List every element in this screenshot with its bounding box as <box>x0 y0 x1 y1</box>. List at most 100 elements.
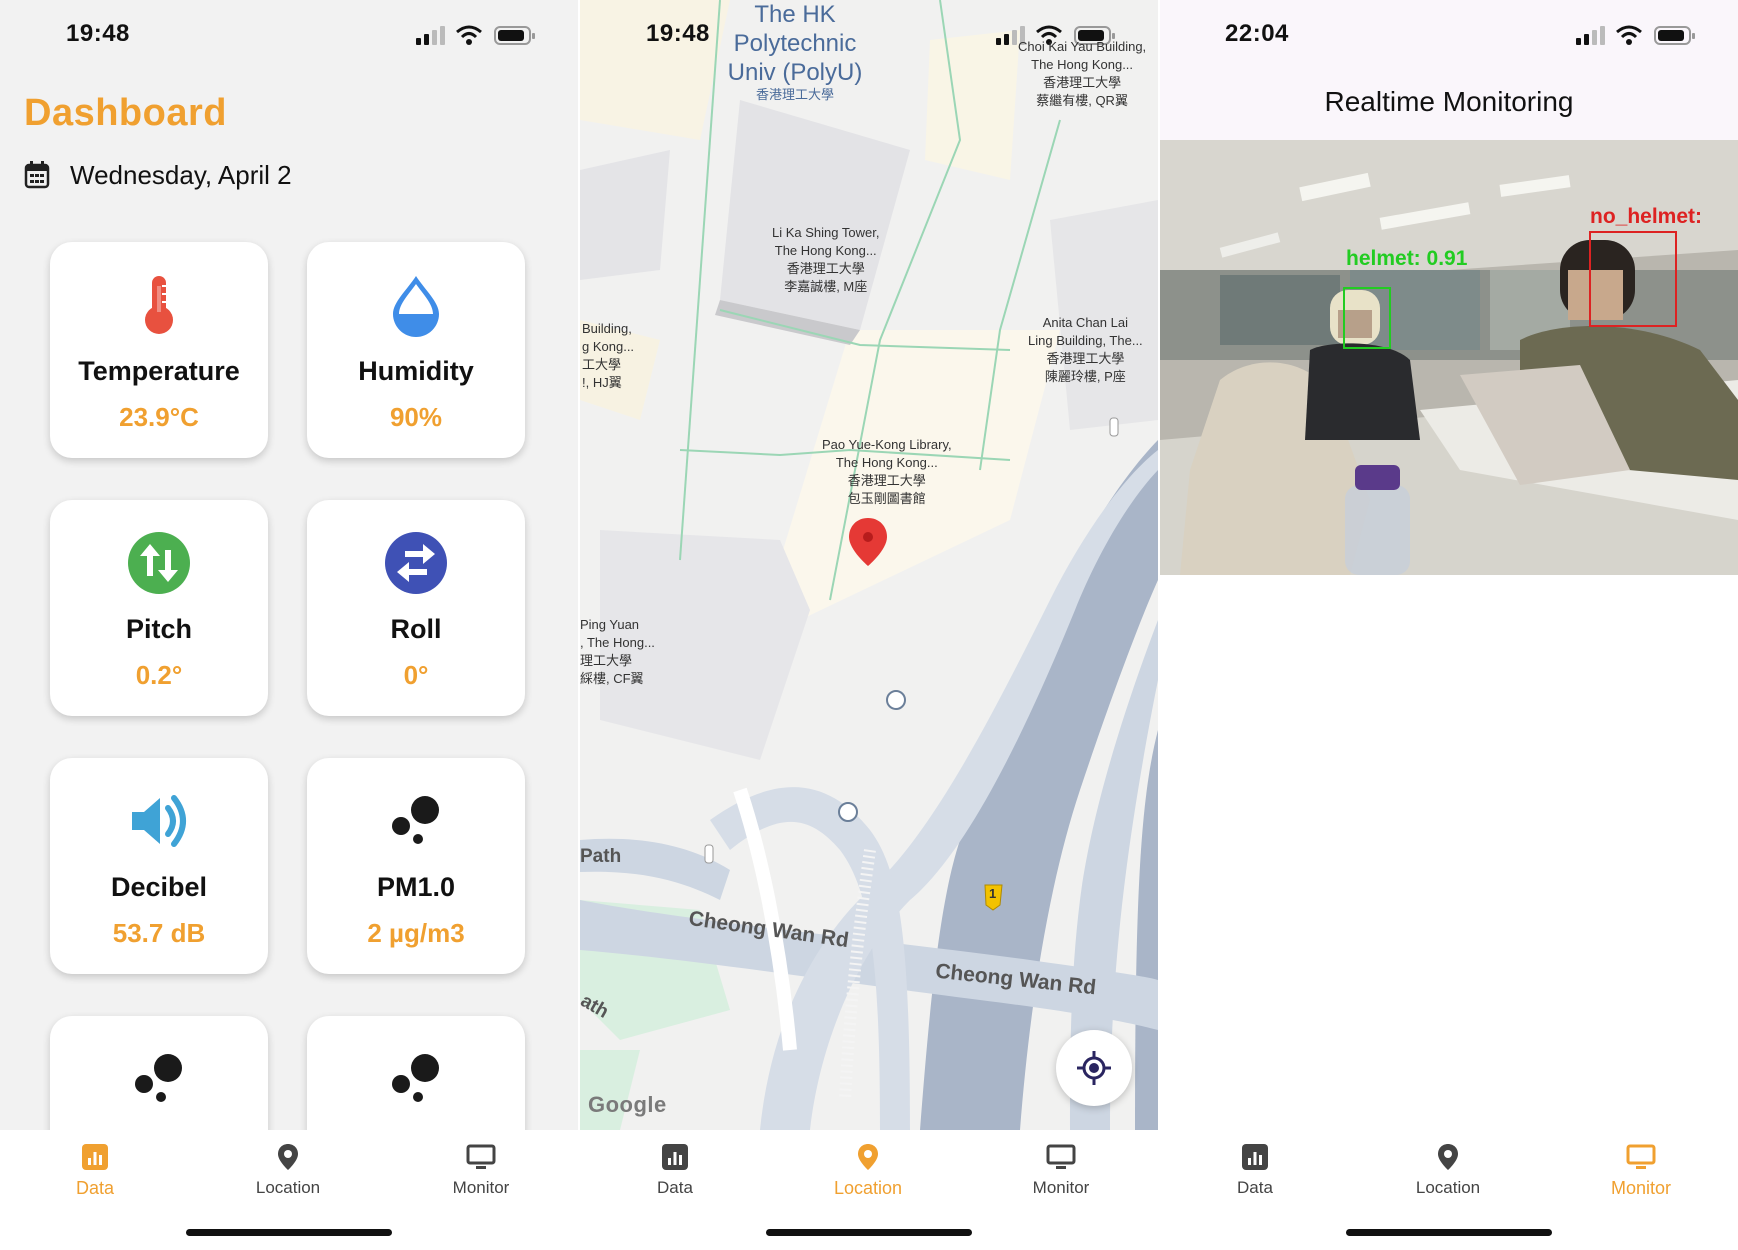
wifi-icon <box>1616 25 1642 45</box>
card-value: 2 µg/m3 <box>367 918 465 948</box>
poi-line: 香港理工大學 <box>1046 351 1125 366</box>
nav-monitor[interactable]: Monitor <box>1571 1142 1711 1199</box>
poi-line: Choi Kai Yau Building, <box>1018 39 1147 54</box>
monitor-icon <box>466 1144 496 1169</box>
nav-label: Location <box>255 1178 321 1197</box>
poi-line: 陳麗玲樓, P座 <box>1044 369 1126 384</box>
poi-line: 蔡繼有樓, QR翼 <box>1036 93 1128 108</box>
nav-data[interactable]: Data <box>1185 1142 1325 1198</box>
poi-line: Ping Yuan <box>580 617 640 632</box>
nav-data[interactable]: Data <box>605 1142 745 1198</box>
monitor-icon <box>1626 1144 1656 1169</box>
system-icons <box>1574 24 1695 46</box>
nav-data[interactable]: Data <box>25 1142 165 1199</box>
map-title: The HK Polytechnic Univ (PolyU) <box>727 1 863 86</box>
status-time: 19:48 <box>646 20 710 47</box>
bar-chart-icon <box>662 1144 688 1170</box>
nav-location[interactable]: Location <box>218 1142 358 1198</box>
card-label: Humidity <box>358 356 474 386</box>
status-time: 22:04 <box>1225 20 1289 47</box>
system-icons <box>414 24 535 46</box>
route-badge: 1 <box>989 886 997 901</box>
calendar-icon <box>24 161 50 189</box>
water-drop-icon <box>393 276 439 337</box>
card-value: 53.7 dB <box>112 918 206 948</box>
humidity-card[interactable]: Humidity 90% <box>307 242 525 458</box>
decibel-card[interactable]: Decibel 53.7 dB <box>50 758 268 974</box>
nav-location[interactable]: Location <box>798 1142 938 1199</box>
poi-line: Li Ka Shing Tower, <box>772 225 880 240</box>
wifi-icon <box>456 25 482 45</box>
nav-label: Monitor <box>1610 1178 1672 1198</box>
poi-choi-kai-yau[interactable]: Choi Kai Yau Building, The Hong Kong... … <box>1018 38 1146 110</box>
poi-line: Ling Building, The... <box>1028 333 1143 348</box>
poi-line: 綵樓, CF翼 <box>580 671 644 686</box>
status-time: 19:48 <box>66 20 130 47</box>
location-pin-icon <box>278 1144 298 1170</box>
page-title: Realtime Monitoring <box>1324 86 1574 117</box>
temperature-card[interactable]: Temperature 23.9°C <box>50 242 268 458</box>
bubbles-icon <box>135 1054 182 1102</box>
poi-line: The Hong Kong... <box>835 455 938 470</box>
poi-hj-building[interactable]: Building, g Kong... 工大學 !, HJ翼 <box>582 320 634 392</box>
poi-line: 包玉剛圖書館 <box>847 491 926 506</box>
card-value: 90% <box>389 402 443 432</box>
poi-li-ka-shing[interactable]: Li Ka Shing Tower, The Hong Kong... 香港理工… <box>772 224 879 296</box>
map-title-label: The HK Polytechnic Univ (PolyU) 香港理工大學 <box>720 0 870 103</box>
poi-anita-chan[interactable]: Anita Chan Lai Ling Building, The... 香港理… <box>1028 314 1143 386</box>
nav-monitor[interactable]: Monitor <box>411 1142 551 1198</box>
bottom-nav: Data Location Monitor <box>580 1130 1158 1250</box>
status-bar: 19:48 <box>0 0 578 70</box>
swap-horizontal-icon <box>385 532 447 594</box>
detection-label-helmet: helmet: 0.91 <box>1346 247 1468 270</box>
location-pin-icon <box>1438 1144 1458 1170</box>
poi-line: 李嘉誠樓, M座 <box>784 279 868 294</box>
bottom-nav: Data Location Monitor <box>1160 1130 1738 1250</box>
poi-ping-yuan[interactable]: Ping Yuan , The Hong... 理工大學 綵樓, CF翼 <box>580 616 655 688</box>
poi-library[interactable]: Pao Yue-Kong Library, The Hong Kong... 香… <box>822 436 952 508</box>
poi-line: The Hong Kong... <box>1031 57 1134 72</box>
nav-location[interactable]: Location <box>1378 1142 1518 1198</box>
nav-label: Monitor <box>452 1178 510 1197</box>
battery-icon <box>494 26 535 45</box>
poi-line: 香港理工大學 <box>786 261 865 276</box>
google-logo: Google <box>588 1092 667 1117</box>
card-value: 0.2° <box>135 660 183 690</box>
monitor-screen: 22:04 Realtime Monitoring helmet: 0.91 n… <box>1160 0 1738 1250</box>
poi-line: Building, <box>582 321 632 336</box>
nav-monitor[interactable]: Monitor <box>991 1142 1131 1198</box>
bottom-nav: Data Location Monitor <box>0 1130 578 1250</box>
card-label: Temperature <box>78 356 240 386</box>
pitch-card[interactable]: Pitch 0.2° <box>50 500 268 716</box>
data-screen: 19:48 Dashboard Wednesday, April 2 Tempe… <box>0 0 578 1250</box>
location-pin-icon <box>858 1144 878 1170</box>
poi-line: 理工大學 <box>580 653 633 668</box>
map-view[interactable] <box>580 0 1158 1130</box>
status-bar: 22:04 <box>1160 0 1738 70</box>
card-label: Roll <box>390 614 442 644</box>
poi-line: !, HJ翼 <box>582 375 622 390</box>
page-title: Dashboard <box>24 92 227 134</box>
bubbles-icon <box>392 1054 439 1102</box>
nav-label: Data <box>1237 1178 1273 1197</box>
bubbles-icon <box>392 796 439 844</box>
map-title-cn: 香港理工大學 <box>755 87 834 102</box>
crosshair-icon <box>1077 1051 1111 1085</box>
pm1-card[interactable]: PM1.0 2 µg/m3 <box>307 758 525 974</box>
home-indicator <box>1346 1229 1552 1236</box>
home-indicator <box>186 1229 392 1236</box>
card-value: 23.9°C <box>119 402 199 432</box>
my-location-button[interactable] <box>1056 1030 1132 1106</box>
home-indicator <box>766 1229 972 1236</box>
cellular-signal-icon <box>1576 26 1605 45</box>
poi-line: The Hong Kong... <box>774 243 877 258</box>
poi-line: Pao Yue-Kong Library, <box>822 437 952 452</box>
nav-label: Location <box>833 1178 903 1198</box>
battery-icon <box>1654 26 1695 45</box>
roll-card[interactable]: Roll 0° <box>307 500 525 716</box>
poi-line: 香港理工大學 <box>847 473 926 488</box>
swap-vertical-icon <box>128 532 190 594</box>
poi-line: g Kong... <box>582 339 635 354</box>
camera-feed[interactable]: helmet: 0.91 no_helmet: <box>1160 140 1738 575</box>
nav-label: Monitor <box>1032 1178 1090 1197</box>
